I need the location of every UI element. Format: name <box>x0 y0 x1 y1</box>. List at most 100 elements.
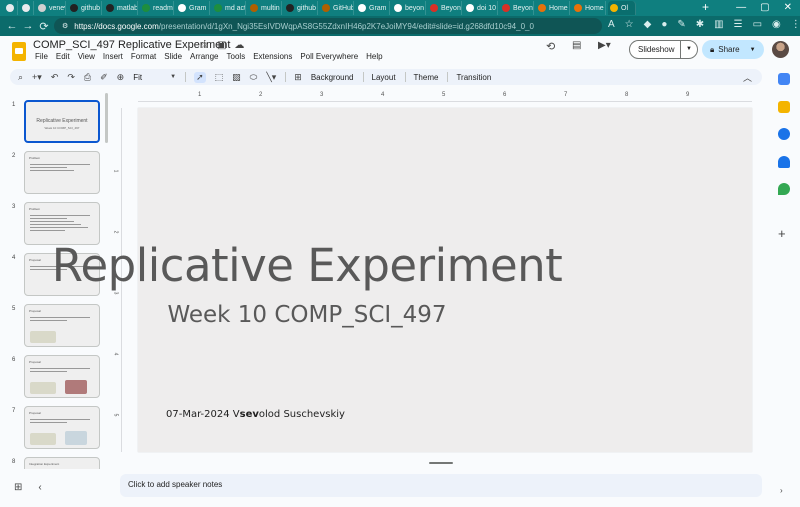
slideshow-button[interactable]: Slideshow ▼ <box>629 40 698 59</box>
menu-item-edit[interactable]: Edit <box>52 52 74 61</box>
menu-item-format[interactable]: Format <box>127 52 160 61</box>
layout-button[interactable]: Layout <box>372 73 396 82</box>
profile-icon[interactable]: ◉ <box>772 19 781 30</box>
menu-item-poll-everywhere[interactable]: Poll Everywhere <box>296 52 362 61</box>
browser-tab[interactable]: Beyon <box>500 1 534 15</box>
menu-item-arrange[interactable]: Arrange <box>186 52 222 61</box>
comment-add-icon[interactable]: ⊞ <box>294 72 302 83</box>
menu-item-file[interactable]: File <box>31 52 52 61</box>
cloud-status-icon[interactable]: ☁ <box>234 40 244 51</box>
shape-icon[interactable]: ⬭ <box>250 72 258 83</box>
browser-tab[interactable]: doi 10 <box>464 1 498 15</box>
filmstrip-slide[interactable]: 1 Replicative Experiment Week 10 COMP_SCI_… <box>0 100 110 146</box>
reload-icon[interactable]: ⟳ <box>36 20 52 33</box>
browser-tab[interactable]: github <box>68 1 102 15</box>
search-menus-icon[interactable]: ⌕ <box>18 72 23 83</box>
browser-tab[interactable]: github <box>284 1 318 15</box>
line-icon[interactable]: ╲▾ <box>266 72 276 83</box>
filmstrip-slide[interactable]: 8 Integration Experiment <box>0 457 110 469</box>
browser-tab[interactable]: multin <box>248 1 282 15</box>
browser-tab[interactable]: Gram <box>356 1 390 15</box>
browser-tab[interactable]: Ol <box>608 1 636 15</box>
site-info-icon[interactable]: ⚙ <box>62 22 68 30</box>
share-button[interactable]: 🔒︎ Share ▼ <box>702 40 764 59</box>
get-addons-icon[interactable]: + <box>778 226 786 241</box>
menu-item-extensions[interactable]: Extensions <box>249 52 296 61</box>
slide-subtitle[interactable]: Week 10 COMP_SCI_497 <box>0 302 614 328</box>
meet-icon[interactable]: ▶▾ <box>598 40 611 51</box>
browser-tab[interactable]: Home <box>572 1 606 15</box>
side-panel-icon[interactable]: ▥ <box>714 19 723 30</box>
redo-icon[interactable]: ↷ <box>67 72 75 83</box>
translate-icon[interactable]: A <box>608 19 615 30</box>
account-avatar[interactable] <box>772 41 789 58</box>
keep-icon[interactable] <box>778 101 790 113</box>
filmstrip-slide[interactable]: 2 Problem <box>0 151 110 197</box>
collapse-filmstrip-icon[interactable]: ‹ <box>38 482 41 493</box>
image-icon[interactable]: ▨ <box>232 72 241 83</box>
browser-tab[interactable]: Beyon <box>428 1 462 15</box>
menu-item-view[interactable]: View <box>74 52 99 61</box>
menu-item-tools[interactable]: Tools <box>223 52 250 61</box>
hide-side-panel-icon[interactable]: › <box>780 486 783 495</box>
browser-tab[interactable]: Home <box>536 1 570 15</box>
slide-footer[interactable]: 07-Mar-2024 Vsevolod Suschevskiy <box>166 409 345 420</box>
back-icon[interactable]: ← <box>4 20 20 32</box>
filmstrip-slide[interactable]: 6 Proposal <box>0 355 110 401</box>
slide-thumbnail[interactable]: Proposal <box>24 406 100 449</box>
browser-tab[interactable]: matlab <box>104 1 138 15</box>
version-history-icon[interactable]: ⟲ <box>546 40 555 53</box>
speaker-notes[interactable]: Click to add speaker notes <box>120 474 762 497</box>
close-window-icon[interactable]: ✕ <box>784 2 792 13</box>
browser-menu-icon[interactable]: ⋮ <box>791 19 800 30</box>
extension-pen-icon[interactable]: ✎ <box>677 19 685 30</box>
undo-icon[interactable]: ↶ <box>51 72 59 83</box>
browser-tab[interactable]: md act <box>212 1 246 15</box>
maps-icon[interactable] <box>778 183 790 195</box>
print-icon[interactable]: ⎙ <box>84 72 91 83</box>
grid-view-icon[interactable]: ⊞ <box>14 482 22 493</box>
cast-icon[interactable]: ▭ <box>753 19 762 30</box>
forward-icon[interactable]: → <box>20 20 36 32</box>
background-button[interactable]: Background <box>311 73 354 82</box>
browser-tab[interactable] <box>4 1 18 15</box>
filmstrip-slide[interactable]: 7 Proposal <box>0 406 110 452</box>
menu-item-insert[interactable]: Insert <box>99 52 127 61</box>
browser-tab[interactable]: beyon <box>392 1 426 15</box>
slide-thumbnail[interactable]: Integration Experiment <box>24 457 100 469</box>
zoom-select[interactable]: Fit <box>133 73 142 82</box>
theme-button[interactable]: Theme <box>414 73 439 82</box>
calendar-icon[interactable] <box>778 73 790 85</box>
browser-tab[interactable] <box>20 1 34 15</box>
comments-icon[interactable]: ▤ <box>572 40 581 51</box>
extension-shield-icon[interactable]: ◆ <box>644 19 652 30</box>
notes-resize-handle[interactable] <box>429 462 453 464</box>
menu-item-slide[interactable]: Slide <box>160 52 186 61</box>
slide-thumbnail[interactable]: Problem <box>24 151 100 194</box>
minimize-icon[interactable]: — <box>736 2 746 13</box>
chevron-down-icon[interactable]: ▼ <box>170 74 176 80</box>
tasks-icon[interactable] <box>778 128 790 140</box>
extensions-puzzle-icon[interactable]: ✱ <box>696 19 704 30</box>
browser-tab[interactable]: GitHub <box>320 1 354 15</box>
chevron-down-icon[interactable]: ▼ <box>680 41 697 58</box>
slides-logo-icon[interactable] <box>12 42 26 61</box>
select-tool-icon[interactable]: ➚ <box>194 71 206 83</box>
reading-list-icon[interactable]: ☰ <box>734 19 743 30</box>
paint-format-icon[interactable]: ✐ <box>100 72 108 83</box>
bookmark-star-icon[interactable]: ☆ <box>625 19 634 30</box>
browser-tab[interactable]: Gram <box>176 1 210 15</box>
extension-icon[interactable]: ● <box>661 19 667 30</box>
move-folder-icon[interactable]: ▣ <box>217 40 226 51</box>
filmstrip-scrollbar[interactable] <box>105 93 108 143</box>
address-bar[interactable]: ⚙ https://docs.google.com/presentation/d… <box>54 18 602 34</box>
new-slide-icon[interactable]: +▾ <box>32 72 42 83</box>
slide-thumbnail[interactable]: Replicative Experiment Week 10 COMP_SCI_4… <box>24 100 100 143</box>
select-frame-icon[interactable]: ⬚ <box>215 72 224 83</box>
zoom-icon[interactable]: ⊕ <box>117 72 125 83</box>
maximize-icon[interactable]: ▢ <box>760 2 769 13</box>
slide-thumbnail[interactable]: Proposal <box>24 355 100 398</box>
new-tab-button[interactable]: + <box>696 0 715 14</box>
slide-title[interactable]: Replicative Experiment <box>0 239 614 292</box>
browser-tab[interactable]: venev <box>36 1 66 15</box>
